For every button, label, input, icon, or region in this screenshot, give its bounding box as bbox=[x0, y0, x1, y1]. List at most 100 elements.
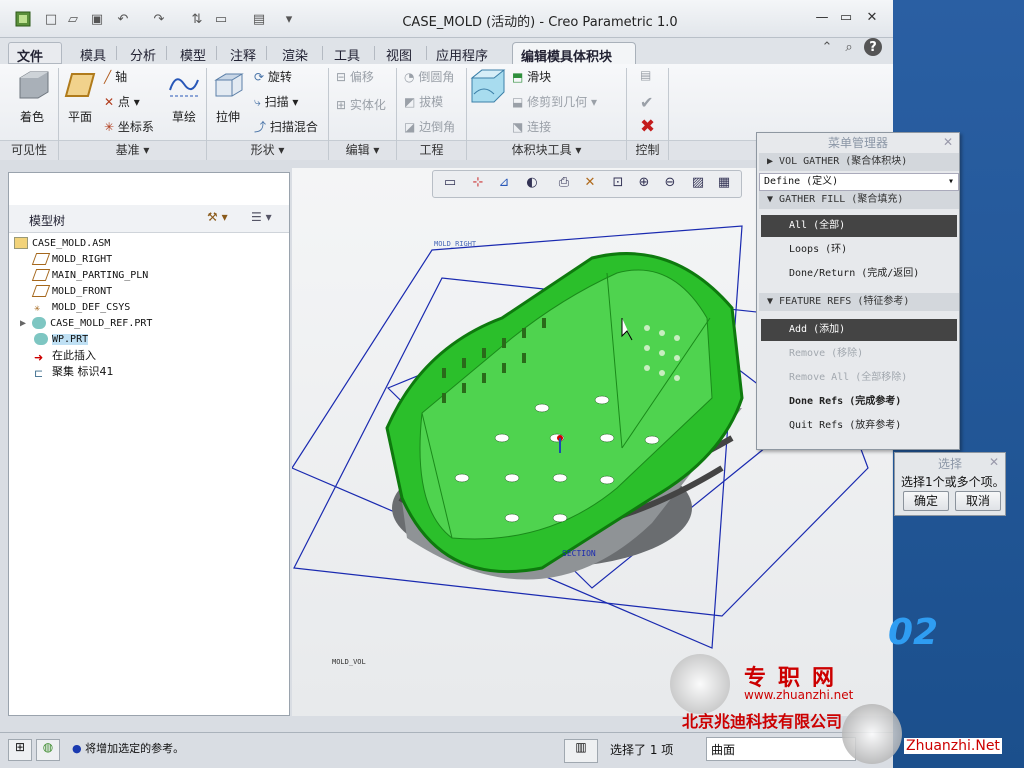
ok-button[interactable]: 确定 bbox=[903, 491, 949, 511]
spin-center-icon[interactable]: ✕ bbox=[579, 175, 601, 195]
tab-view[interactable]: 视图 bbox=[378, 42, 420, 64]
menu-item-done-return[interactable]: Done/Return (完成/返回) bbox=[761, 263, 957, 285]
filter-dropdown[interactable]: 曲面 bbox=[706, 737, 856, 761]
axis-button[interactable]: ╱ 轴 bbox=[104, 68, 127, 85]
tab-annotate[interactable]: 注释 bbox=[222, 42, 264, 64]
round-button[interactable]: ◔ 倒圆角 bbox=[404, 68, 454, 85]
tab-file[interactable]: 文件 ▾ bbox=[8, 42, 62, 80]
repaint-icon[interactable]: ▨ bbox=[687, 175, 709, 195]
tree-item[interactable]: ⊏ 聚集 标识41 bbox=[34, 364, 114, 380]
saved-views-icon[interactable]: ▭ bbox=[439, 175, 461, 195]
save-icon[interactable]: ▣ bbox=[88, 10, 106, 28]
redo-icon[interactable]: ↷ bbox=[150, 10, 168, 28]
close-icon[interactable]: ✕ bbox=[989, 455, 999, 469]
sketch-button[interactable] bbox=[168, 70, 200, 100]
tab-model[interactable]: 模型 bbox=[172, 42, 214, 64]
tab-edit-mold-volume[interactable]: 编辑模具体积块 bbox=[512, 42, 636, 65]
sweep-blend-icon: ⤴ bbox=[254, 120, 267, 134]
menu-item-add[interactable]: Add (添加) bbox=[761, 319, 957, 341]
desktop-version: 02 bbox=[888, 612, 939, 653]
cancel-button[interactable]: 取消 bbox=[955, 491, 1001, 511]
selection-filter-icon[interactable]: ▥ bbox=[564, 739, 598, 763]
shade-button[interactable] bbox=[16, 70, 50, 100]
help-icon[interactable]: ? bbox=[864, 38, 882, 56]
expand-arrow-icon: ▶ bbox=[20, 318, 27, 329]
annotation-display-icon[interactable]: ▦ bbox=[713, 175, 735, 195]
tree-item[interactable]: WP.PRT bbox=[34, 332, 89, 348]
insert-here-icon: ➜ bbox=[34, 351, 44, 364]
sweep-blend-button[interactable]: ⤴ 扫描混合 bbox=[254, 118, 318, 135]
tab-render[interactable]: 渲染 bbox=[274, 42, 316, 64]
plane-button[interactable] bbox=[64, 72, 96, 98]
revolve-label: 旋转 bbox=[267, 70, 292, 84]
tree-item[interactable]: MOLD_FRONT bbox=[31, 284, 112, 300]
offset-button[interactable]: ⊟ 偏移 bbox=[336, 68, 374, 85]
menu-header-gather-fill: ▼ GATHER FILL (聚合填充) bbox=[759, 191, 959, 209]
customize-toolbar-icon[interactable]: ▾ bbox=[280, 10, 298, 28]
zoom-out-icon[interactable]: ⊖ bbox=[659, 175, 681, 195]
plane-display-icon[interactable]: ⊿ bbox=[493, 175, 515, 195]
refit-icon[interactable]: ⊡ bbox=[607, 175, 629, 195]
sweep-button[interactable]: ⤷ 扫描 ▾ bbox=[254, 93, 298, 110]
tree-item[interactable]: CASE_MOLD.ASM bbox=[14, 236, 110, 252]
group-shapes[interactable]: 形状 ▾ bbox=[207, 140, 328, 160]
new-file-icon[interactable]: □ bbox=[42, 10, 60, 28]
show-tree-icon[interactable]: ⊞ bbox=[8, 739, 32, 761]
group-volume-tools[interactable]: 体积块工具 ▾ bbox=[467, 140, 626, 160]
menu-item-remove-all[interactable]: Remove All (全部移除) bbox=[761, 367, 957, 389]
tab-applications[interactable]: 应用程序 bbox=[428, 42, 496, 64]
draft-button[interactable]: ◩ 拔模 bbox=[404, 93, 443, 110]
slider-button[interactable]: ⬒ 滑块 bbox=[512, 68, 551, 85]
windows-icon[interactable]: ▭ bbox=[212, 10, 230, 28]
menu-item-done-refs[interactable]: Done Refs (完成参考) bbox=[761, 391, 957, 413]
tree-item[interactable]: MAIN_PARTING_PLN bbox=[31, 268, 148, 284]
pause-icon[interactable]: ▤ bbox=[640, 68, 651, 82]
extrude-button[interactable] bbox=[212, 70, 246, 100]
tree-item[interactable]: ✳ MOLD_DEF_CSYS bbox=[34, 300, 130, 316]
browser-icon[interactable]: ◍ bbox=[36, 739, 60, 761]
undo-icon[interactable]: ↶ bbox=[114, 10, 132, 28]
menu-item-remove[interactable]: Remove (移除) bbox=[761, 343, 957, 365]
tab-mold[interactable]: 模具 bbox=[72, 42, 114, 64]
connect-button[interactable]: ⬔ 连接 bbox=[512, 118, 551, 135]
search-icon[interactable]: ⌕ bbox=[840, 38, 858, 56]
close-button[interactable]: ✕ bbox=[862, 10, 882, 28]
cancel-x-icon[interactable]: ✖ bbox=[640, 116, 655, 137]
tree-item[interactable]: ▶ CASE_MOLD_REF.PRT bbox=[20, 316, 152, 332]
shading-icon[interactable]: ◐ bbox=[521, 175, 543, 195]
open-file-icon[interactable]: ▱ bbox=[64, 10, 82, 28]
group-visibility[interactable]: 可见性 bbox=[0, 140, 58, 160]
view-toolbar: ▭ ⊹ ⊿ ◐ ⎙ ✕ ⊡ ⊕ ⊖ ▨ ▦ bbox=[432, 170, 742, 198]
maximize-button[interactable]: ▭ bbox=[836, 10, 856, 28]
tab-tools[interactable]: 工具 bbox=[326, 42, 368, 64]
tree-settings-icon[interactable]: ⚒ ▾ bbox=[207, 210, 228, 224]
tree-filter-icon[interactable]: ☰ ▾ bbox=[251, 210, 272, 224]
chamfer-button[interactable]: ◪ 边倒角 bbox=[404, 118, 455, 135]
point-button[interactable]: ✕ 点 ▾ bbox=[104, 93, 140, 110]
datum-display-icon[interactable]: ⊹ bbox=[467, 175, 489, 195]
window-title: CASE_MOLD (活动的) - Creo Parametric 1.0 bbox=[402, 15, 678, 30]
regenerate-icon[interactable]: ⇅ bbox=[188, 10, 206, 28]
zoom-in-icon[interactable]: ⊕ bbox=[633, 175, 655, 195]
tree-item[interactable]: ➜ 在此插入 bbox=[34, 348, 96, 364]
menu-item-all[interactable]: All (全部) bbox=[761, 215, 957, 237]
close-window-icon[interactable]: ▤ bbox=[250, 10, 268, 28]
csys-button[interactable]: ✳ 坐标系 bbox=[104, 118, 154, 135]
snapshot-icon[interactable]: ⎙ bbox=[553, 175, 575, 195]
minimize-button[interactable]: — bbox=[812, 10, 832, 28]
menu-item-quit-refs[interactable]: Quit Refs (放弃参考) bbox=[761, 415, 957, 437]
trim-to-geometry-button[interactable]: ⬓ 修剪到几何 ▾ bbox=[512, 93, 597, 110]
tab-analysis[interactable]: 分析 bbox=[122, 42, 164, 64]
round-icon: ◔ bbox=[404, 70, 415, 84]
group-datum[interactable]: 基准 ▾ bbox=[59, 140, 206, 160]
collapse-ribbon-icon[interactable]: ⌃ bbox=[818, 38, 836, 56]
group-editing[interactable]: 编辑 ▾ bbox=[329, 140, 396, 160]
define-dropdown[interactable]: Define (定义) ▾ bbox=[759, 173, 959, 191]
close-icon[interactable]: ✕ bbox=[943, 135, 953, 149]
volume-block-icon[interactable] bbox=[470, 68, 506, 104]
tree-item[interactable]: MOLD_RIGHT bbox=[31, 252, 112, 268]
revolve-button[interactable]: ⟳ 旋转 bbox=[254, 68, 292, 85]
ok-check-icon[interactable]: ✔ bbox=[640, 93, 653, 112]
solidify-button[interactable]: ⊞ 实体化 bbox=[336, 96, 386, 113]
menu-item-loops[interactable]: Loops (环) bbox=[761, 239, 957, 261]
